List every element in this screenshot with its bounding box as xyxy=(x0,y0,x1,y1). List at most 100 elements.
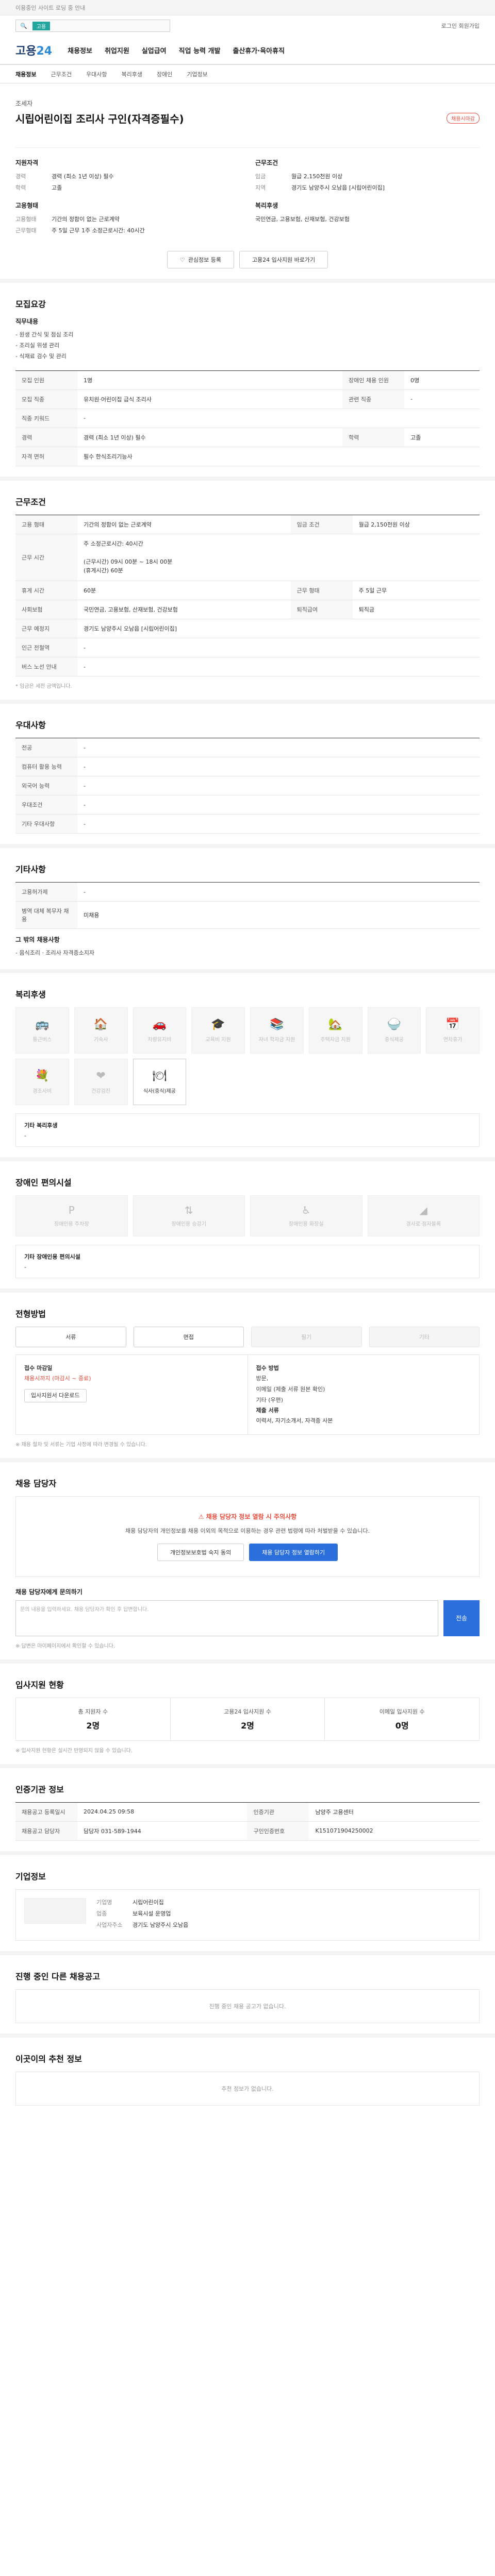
step-other: 기타 xyxy=(369,1326,480,1347)
job-actions: ♡ 관심정보 등록 고용24 입사지원 바로가기 xyxy=(0,251,495,268)
tab-conditions[interactable]: 근무조건 xyxy=(51,70,71,78)
qna-input[interactable]: 문의 내용을 입력하세요. 채용 담당자가 확인 후 답변합니다. xyxy=(15,1600,438,1636)
summary-left-title: 지원자격 xyxy=(15,159,39,166)
tab-preference[interactable]: 우대사항 xyxy=(86,70,107,78)
row-key: 장애인 채용 인원 xyxy=(342,370,405,390)
section-conditions: 근무조건 고용 형태 기간의 정함이 없는 근로계약 임금 조건 월급 2,150천원… xyxy=(0,476,495,700)
gnb: 채용정보 취업지원 실업급여 직업 능력 개발 출산휴가·육아휴직 xyxy=(68,45,285,55)
section-title: 인증기관 정보 xyxy=(15,1784,64,1794)
sub-nav: 채용정보 근무조건 우대사항 복리후생 장애인 기업정보 xyxy=(0,65,495,83)
site-logo[interactable]: 고용24 xyxy=(15,42,52,58)
welfare-item: 🍚 중식제공 xyxy=(367,1007,421,1054)
section-contact: 채용 담당자 ⚠ 채용 담당자 정보 열람 시 주의사항 채용 담당자의 개인정… xyxy=(0,1458,495,1659)
header: 고용24 채용정보 취업지원 실업급여 직업 능력 개발 출산휴가·육아휴직 xyxy=(0,36,495,65)
row-value: - xyxy=(77,657,480,677)
apply-info: 접수 마감일 채용시까지 (마감시 ~ 종료) 입사지원서 다운로드 접수 방법… xyxy=(15,1354,480,1435)
top-bar: 🔍 고용 로그인 회원가입 xyxy=(0,15,495,36)
table-row: 우대조건 - xyxy=(15,795,480,815)
row-value: - xyxy=(77,814,480,834)
gnb-item[interactable]: 취업지원 xyxy=(105,45,129,55)
submit-title: 제출 서류 xyxy=(256,1407,279,1414)
qna-send-button[interactable]: 전송 xyxy=(443,1600,480,1636)
summary-value: 월급 2,150천원 이상 xyxy=(291,173,343,180)
step-label: 필기 xyxy=(301,1333,312,1341)
row-key: 고용 형태 xyxy=(15,515,77,534)
download-form-button[interactable]: 입사지원서 다운로드 xyxy=(24,1388,87,1402)
section-title: 모집요강 xyxy=(15,299,46,309)
privacy-agree-button[interactable]: 개인정보보호법 숙지 동의 xyxy=(157,1543,244,1561)
tab-recruit[interactable]: 채용정보 xyxy=(15,70,36,78)
gnb-item[interactable]: 실업급여 xyxy=(142,45,167,55)
welfare-icon: 📅 xyxy=(446,1018,460,1031)
save-interest-button[interactable]: ♡ 관심정보 등록 xyxy=(167,251,234,268)
section-title: 근무조건 xyxy=(15,497,46,507)
welfare-item: 📚 자녀 학자금 지원 xyxy=(250,1007,304,1054)
row-value: 경력 (최소 1년 이상) 필수 xyxy=(77,428,343,447)
elevator-icon: ⇅ xyxy=(184,1204,193,1217)
section-title: 우대사항 xyxy=(15,720,46,731)
tab-disability[interactable]: 장애인 xyxy=(157,70,172,78)
top-links[interactable]: 로그인 회원가입 xyxy=(441,22,480,30)
gnb-item[interactable]: 채용정보 xyxy=(68,45,92,55)
view-contact-button[interactable]: 채용 담당자 정보 열람하기 xyxy=(249,1543,338,1561)
row-value: 남양주 고용센터 xyxy=(309,1802,480,1822)
table-row: 모집 인원 1명 장애인 채용 인원 0명 xyxy=(15,370,480,390)
row-key: 컴퓨터 활용 능력 xyxy=(15,757,77,777)
table-row: 근무 예정지 경기도 남양주시 오남읍 [시립어린이집] xyxy=(15,619,480,639)
tab-welfare[interactable]: 복리후생 xyxy=(121,70,142,78)
welfare-label: 연차휴가 xyxy=(443,1037,463,1043)
section-info: 인증기관 정보 채용공고 등록일시 2024.04.25 09:58 인증기관 남양주… xyxy=(0,1764,495,1851)
welfare-item: 🍽 식사(중식)제공 xyxy=(133,1058,187,1105)
section-title: 채용 담당자 xyxy=(15,1479,57,1488)
job-summary: 지원자격 경력 경력 (최소 1년 이상) 필수 학력 고졸 고용형태 고용형태 기간… xyxy=(15,147,480,238)
welfare-icon: 📚 xyxy=(270,1018,284,1031)
row-key: 모집 인원 xyxy=(15,370,77,390)
tab-company[interactable]: 기업정보 xyxy=(187,70,207,78)
deadline-col: 접수 마감일 채용시까지 (마감시 ~ 종료) 입사지원서 다운로드 xyxy=(16,1355,248,1434)
top-search[interactable]: 🔍 고용 xyxy=(15,20,170,32)
step-interview: 면접 xyxy=(133,1326,244,1347)
row-value: - xyxy=(77,776,480,796)
table-row: 채용공고 등록일시 2024.04.25 09:58 인증기관 남양주 고용센터 xyxy=(15,1802,480,1822)
method-col: 접수 방법 방문, 이메일 (제출 서류 원본 확인) 기타 (우편) 제출 서… xyxy=(247,1354,480,1434)
table-row: 모집 직종 유치원·어린이집 급식 조리사 관련 직종 - xyxy=(15,389,480,409)
heart-icon: ♡ xyxy=(179,256,185,263)
apply-button[interactable]: 고용24 입사지원 바로가기 xyxy=(239,251,328,268)
preference-table: 전공 - 컴퓨터 활용 능력 - 외국어 능력 - 우대조건 - 기타 우대사항 - xyxy=(15,738,480,834)
step-document: 서류 xyxy=(15,1326,126,1347)
row-value: 60분 xyxy=(77,581,291,601)
row-value: 2024.04.25 09:58 xyxy=(77,1802,248,1822)
section-welfare: 복리후생 🚌 통근버스 🏠 기숙사 🚗 차량유지비 🎓 교육비 지원 📚 자녀 학자금 지원 🏡 주택… xyxy=(0,969,495,1157)
table-row: 채용공고 담당자 담당자 031-589-1944 구인인증번호 K151071904… xyxy=(15,1821,480,1841)
step-label: 기타 xyxy=(419,1333,430,1341)
summary-welfare-title: 복리후생 xyxy=(255,202,278,209)
section-preference: 우대사항 전공 - 컴퓨터 활용 능력 - 외국어 능력 - 우대조건 - 기타 우대사… xyxy=(0,700,495,844)
row-value: - xyxy=(77,757,480,777)
stat-number: 2명 xyxy=(241,1720,254,1731)
summary-row: 근무형태 주 5일 근무 1주 소정근로시간: 40시간 xyxy=(15,226,240,234)
table-row: 직종 키워드 - xyxy=(15,409,480,428)
gnb-item[interactable]: 출산휴가·육아휴직 xyxy=(233,45,285,55)
welfare-label: 경조사비 xyxy=(32,1088,52,1094)
save-interest-label: 관심정보 등록 xyxy=(188,257,221,263)
row-key: 채용공고 등록일시 xyxy=(15,1802,77,1822)
table-row: 컴퓨터 활용 능력 - xyxy=(15,757,480,777)
welfare-other: 기타 복리후생 - xyxy=(15,1113,480,1147)
contact-actions: 개인정보보호법 숙지 동의 채용 담당자 정보 열람하기 xyxy=(31,1543,464,1561)
process-note: ※ 채용 절차 및 서류는 기업 사정에 따라 변경될 수 있습니다. xyxy=(15,1442,147,1448)
contact-warning-text: 채용 담당자 정보 열람 시 주의사항 xyxy=(206,1513,297,1520)
summary-key: 임금 xyxy=(255,173,266,180)
row-value: - xyxy=(77,738,480,758)
facility-other: 기타 장애인용 편의시설 - xyxy=(15,1244,480,1278)
download-form-label: 입사지원서 다운로드 xyxy=(31,1392,80,1399)
search-icon: 🔍 xyxy=(20,22,27,29)
row-value: - xyxy=(77,638,480,658)
section-facility: 장애인 편의시설 P 장애인용 주차장 ⇅ 장애인용 승강기 ♿ 장애인용 화장실 ◢… xyxy=(0,1157,495,1289)
privacy-agree-label: 개인정보보호법 숙지 동의 xyxy=(170,1549,232,1556)
row-key: 채용공고 담당자 xyxy=(15,1821,77,1841)
gnb-item[interactable]: 직업 능력 개발 xyxy=(179,45,221,55)
table-row: 고용허가제 - xyxy=(15,882,480,902)
contact-box: ⚠ 채용 담당자 정보 열람 시 주의사항 채용 담당자의 개인정보를 채용 이… xyxy=(15,1496,480,1577)
facility-other-text: - xyxy=(24,1263,26,1270)
stat-label: 총 지원자 수 xyxy=(78,1708,108,1715)
